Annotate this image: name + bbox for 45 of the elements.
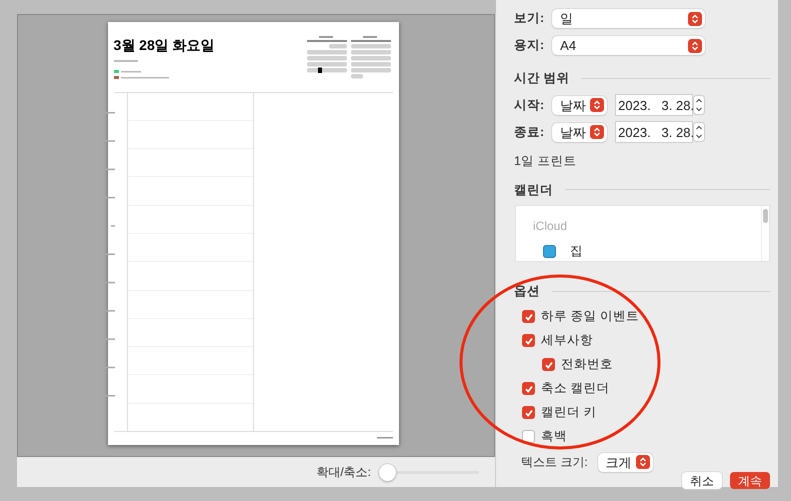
unit-select[interactable]: 날짜 [552,96,608,115]
page-number-drawing [376,437,392,440]
stepper-icon [688,12,702,26]
calendar-group: iCloud [533,217,761,236]
text-size-select[interactable]: 크게 [598,452,653,472]
option-label: 전화번호 [561,356,613,374]
page-title: 3월 28일 화요일 [114,38,215,52]
zoom-label: 확대/축소: [316,464,371,481]
checkbox[interactable] [542,358,555,372]
option-label: 축소 캘린더 [541,380,610,398]
stepper-icon [688,38,702,52]
range-label: 종료: [514,124,544,141]
checkbox[interactable] [522,382,535,396]
option-label: 캘린더 키 [541,404,596,422]
stepper-icon [590,98,604,112]
range-label: 시작: [514,96,544,114]
stepper-icon[interactable] [693,122,706,142]
checkbox[interactable] [522,334,535,348]
section-heading: 옵션 [514,283,540,300]
text-size-label: 텍스트 크기: [521,454,588,472]
cancel-button[interactable]: 취소 [682,472,722,489]
checkbox[interactable] [522,406,535,420]
stepper-icon [590,125,604,140]
paper-label: 용지: [514,37,544,54]
checkbox[interactable] [522,430,535,444]
section-heading: 캘린더 [514,182,553,198]
view-label: 보기: [514,10,544,28]
section-heading: 시간 범위 [514,70,570,87]
checkbox[interactable] [522,310,535,324]
zoom-slider[interactable] [379,463,479,481]
scrollbar-thumb[interactable] [763,209,768,224]
option-label: 세부사항 [541,332,593,350]
paper-select[interactable]: A4 [552,36,706,55]
stepper-icon[interactable] [693,95,706,116]
unit-select[interactable]: 날짜 [552,122,608,142]
date-field[interactable]: 2023. 3. 28. [615,121,694,144]
continue-button[interactable]: 계속 [730,472,770,489]
option-label: 흑백 [541,428,567,446]
view-select[interactable]: 일 [552,9,706,28]
option-label: 하루 종일 이벤트 [541,308,639,326]
range-summary: 1일 프린트 [514,152,578,170]
calendar-name: 집 [570,243,583,260]
calendar-color-swatch[interactable] [543,245,556,258]
date-field[interactable]: 2023. 3. 28. [615,94,694,116]
stepper-icon [636,455,650,470]
